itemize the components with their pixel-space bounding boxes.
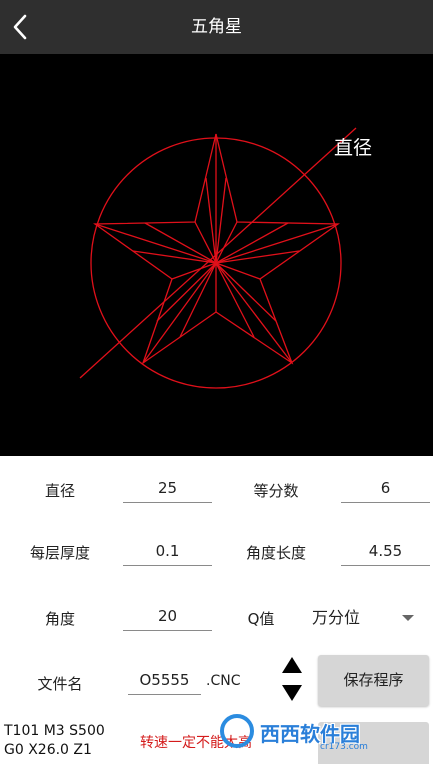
q-value-label: Q值	[247, 610, 275, 628]
watermark: 西西软件园 cr173.com	[220, 712, 413, 756]
spoke	[94, 223, 217, 264]
gcode-preview: T101 M3 S500 G0 X26.0 Z1	[4, 722, 105, 760]
filename-suffix: .CNC	[206, 673, 241, 689]
fan-line	[132, 250, 217, 264]
watermark-subtext: cr173.com	[320, 742, 368, 752]
dropdown-caret-icon	[402, 615, 414, 621]
watermark-logo-icon	[220, 714, 254, 748]
spoke	[215, 262, 293, 364]
fan-line	[156, 262, 217, 322]
filename-label: 文件名	[37, 675, 83, 693]
divisions-field[interactable]	[341, 474, 430, 503]
angle-length-field[interactable]	[341, 537, 430, 566]
page-title: 五角星	[191, 17, 242, 37]
spoke	[142, 262, 217, 364]
q-value-dropdown[interactable]: 万分位	[300, 604, 418, 632]
layer-thickness-field[interactable]	[123, 537, 212, 566]
arrow-down-icon[interactable]	[282, 685, 302, 701]
title-bar: 五角星	[0, 0, 433, 54]
star-drawing-canvas: 直径	[0, 54, 433, 456]
angle-length-label: 角度长度	[245, 544, 306, 562]
diameter-label: 直径	[44, 482, 75, 500]
gcode-line: T101 M3 S500	[4, 723, 105, 739]
divisions-label: 等分数	[253, 482, 299, 500]
fan-line	[215, 250, 300, 264]
q-value-selected: 万分位	[312, 608, 361, 627]
layer-thickness-label: 每层厚度	[29, 544, 90, 562]
fan-line	[215, 262, 277, 322]
angle-field[interactable]	[123, 602, 212, 631]
filename-field[interactable]	[128, 666, 201, 695]
diameter-field[interactable]	[123, 474, 212, 503]
angle-label: 角度	[44, 610, 75, 628]
arrow-up-icon[interactable]	[282, 657, 302, 673]
star-diagram	[79, 127, 357, 389]
diameter-annotation: 直径	[334, 137, 373, 159]
save-program-button[interactable]: 保存程序	[318, 655, 429, 706]
gcode-line: G0 X26.0 Z1	[4, 742, 92, 758]
fan-line	[205, 177, 217, 264]
parameter-form: 直径 等分数 每层厚度 角度长度 角度 Q值 万分位 文件名 .CNC 保存程序…	[0, 456, 433, 764]
